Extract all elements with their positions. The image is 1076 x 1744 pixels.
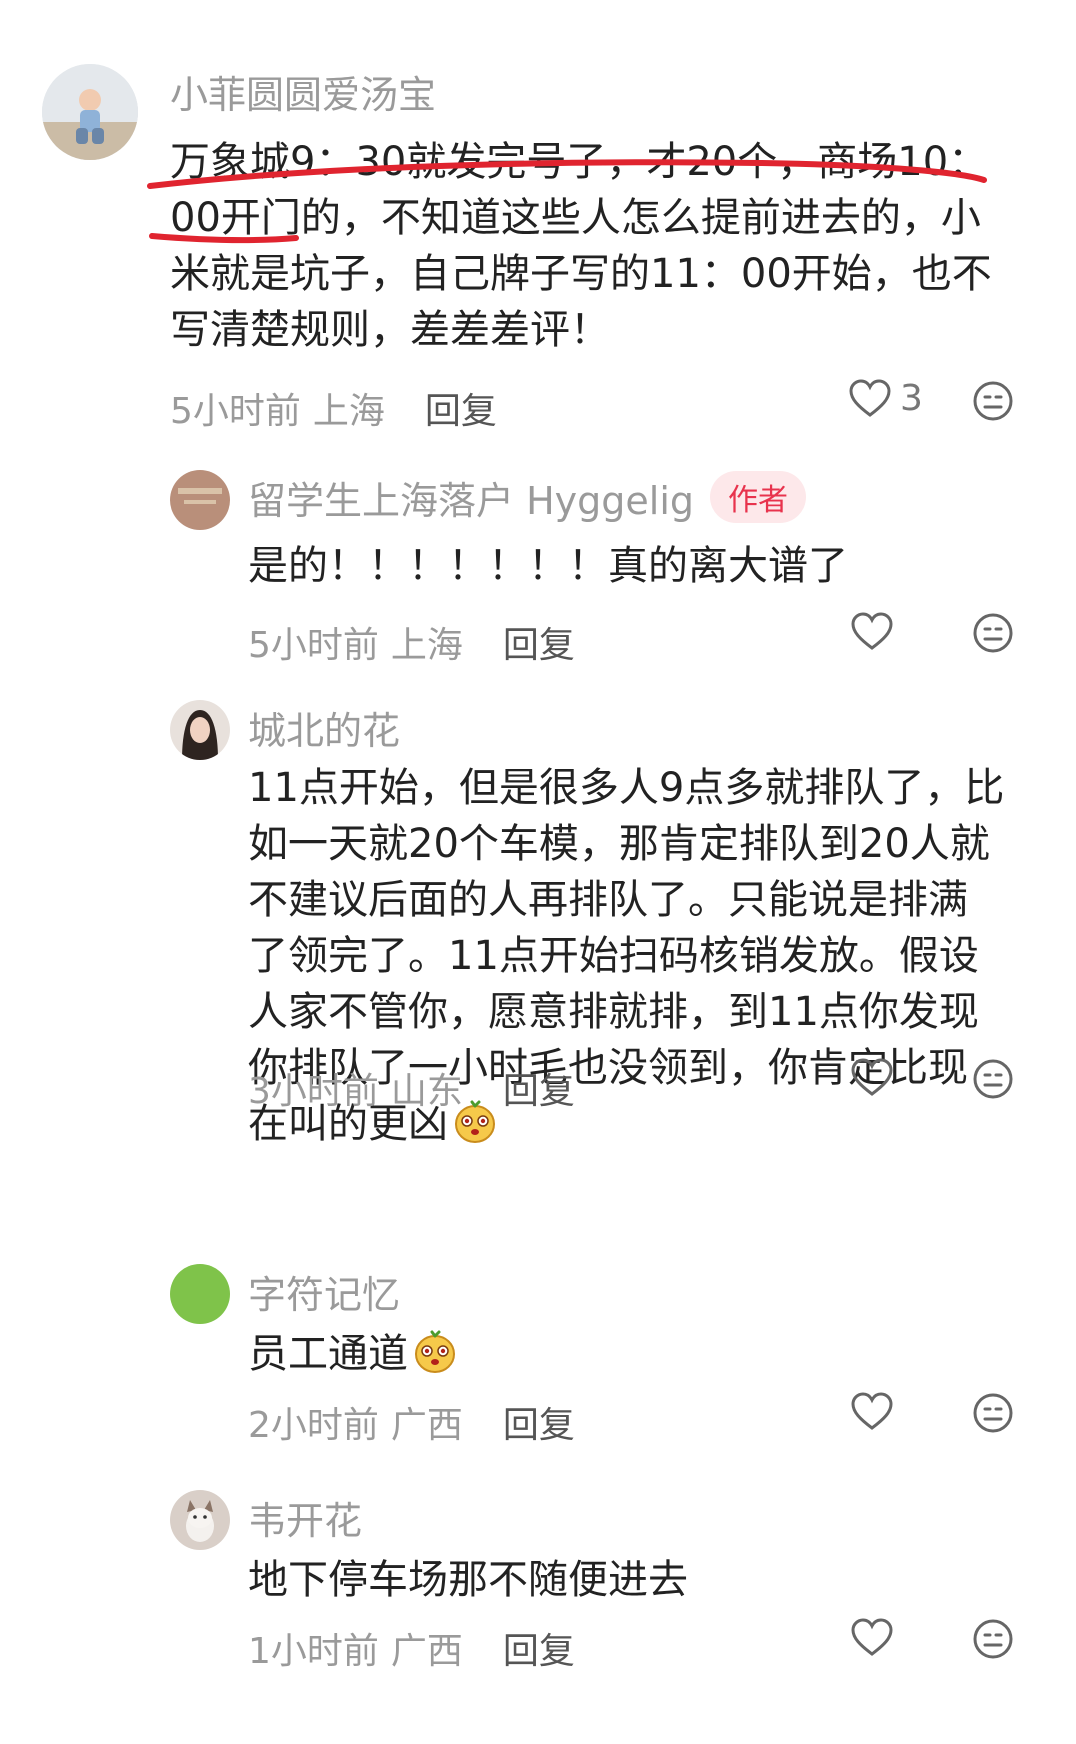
dislike-face-icon[interactable] bbox=[972, 612, 1014, 654]
location: 山东 bbox=[390, 1071, 463, 1112]
avatar[interactable] bbox=[170, 1264, 230, 1324]
reply-text: 地下停车场那不随便进去 bbox=[248, 1552, 688, 1608]
reply-item: 韦开花 地下停车场那不随便进去 1小时前 广西 回复 bbox=[0, 1480, 1076, 1710]
like-button[interactable]: 3 bbox=[848, 378, 923, 419]
reply-text: 员工通道 bbox=[248, 1326, 458, 1382]
like-count: 3 bbox=[900, 378, 923, 419]
avatar[interactable] bbox=[170, 700, 230, 760]
username[interactable]: 留学生上海落户 Hyggelig 作者 bbox=[248, 470, 806, 525]
reply-item: 城北的花 11点开始，但是很多人9点多就排队了，比 如一天就20个车模，那肯定排… bbox=[0, 690, 1076, 1230]
username[interactable]: 城北的花 bbox=[248, 700, 400, 755]
heart-icon bbox=[849, 378, 891, 417]
username[interactable]: 小菲圆圆爱汤宝 bbox=[170, 64, 436, 119]
location: 广西 bbox=[390, 1405, 463, 1446]
author-badge: 作者 bbox=[710, 471, 806, 523]
comment-meta: 5小时前 上海 回复 bbox=[170, 382, 497, 434]
reply-line: 是的！！！！！！！真的离大谱了 bbox=[248, 543, 848, 589]
reply-button[interactable]: 回复 bbox=[503, 1631, 575, 1672]
timestamp: 5小时前 bbox=[170, 391, 301, 432]
avatar-photo bbox=[42, 64, 138, 160]
comment-line: 米就是坑子，自己牌子写的11：00开始，也不 bbox=[170, 251, 992, 297]
heart-icon[interactable] bbox=[850, 1392, 894, 1432]
timestamp: 3小时前 bbox=[248, 1071, 379, 1112]
reply-button[interactable]: 回复 bbox=[425, 391, 497, 432]
location: 上海 bbox=[312, 391, 385, 432]
comment-line: 万象城9：30就发完号了，才20个，商场10： bbox=[170, 139, 989, 185]
dislike-face-icon[interactable] bbox=[972, 1618, 1014, 1660]
reply-meta: 5小时前 上海 回复 bbox=[248, 616, 575, 668]
timestamp: 5小时前 bbox=[248, 625, 379, 666]
comment-main: 小菲圆圆爱汤宝 万象城9：30就发完号了，才20个，商场10： 00开门的，不知… bbox=[0, 0, 1076, 432]
reply-line: 地下停车场那不随便进去 bbox=[248, 1557, 688, 1603]
comment-line: 写清楚规则，差差差评！ bbox=[170, 307, 610, 353]
reply-meta: 2小时前 广西 回复 bbox=[248, 1396, 575, 1448]
dislike-face-icon[interactable] bbox=[972, 380, 1014, 422]
reply-item: 字符记忆 员工通道 2小时前 广西 回复 bbox=[0, 1254, 1076, 1454]
location: 广西 bbox=[390, 1631, 463, 1672]
dislike-face-icon[interactable] bbox=[972, 1058, 1014, 1100]
reply-meta: 1小时前 广西 回复 bbox=[248, 1622, 575, 1674]
reply-line: 不建议后面的人再排队了。只能说是排满 bbox=[248, 877, 968, 923]
avatar[interactable] bbox=[42, 64, 138, 160]
avatar-photo bbox=[170, 700, 230, 760]
username-text: 留学生上海落户 Hyggelig bbox=[248, 479, 694, 523]
reply-line: 人家不管你，愿意排就排，到11点你发现 bbox=[248, 989, 979, 1035]
username[interactable]: 韦开花 bbox=[248, 1490, 362, 1545]
comment-text: 万象城9：30就发完号了，才20个，商场10： 00开门的，不知道这些人怎么提前… bbox=[170, 134, 992, 358]
reply-line-with-emoji: 员工通道 bbox=[248, 1326, 458, 1382]
comment-line: 00开门的，不知道这些人怎么提前进去的，小 bbox=[170, 195, 981, 241]
dislike-face-icon[interactable] bbox=[972, 1392, 1014, 1434]
heart-icon[interactable] bbox=[850, 1058, 894, 1098]
emoji-face-icon bbox=[415, 1330, 455, 1373]
reply-line: 11点开始，但是很多人9点多就排队了，比 bbox=[248, 765, 1005, 811]
location: 上海 bbox=[390, 625, 463, 666]
heart-icon[interactable] bbox=[850, 1618, 894, 1658]
reply-meta: 3小时前 山东 回复 bbox=[248, 1062, 575, 1114]
avatar[interactable] bbox=[170, 470, 230, 530]
reply-button[interactable]: 回复 bbox=[503, 1071, 575, 1112]
avatar[interactable] bbox=[170, 1490, 230, 1550]
reply-line: 了领完了。11点开始扫码核销发放。假设 bbox=[248, 933, 979, 979]
reply-line: 如一天就20个车模，那肯定排队到20人就 bbox=[248, 821, 990, 867]
username[interactable]: 字符记忆 bbox=[248, 1264, 400, 1319]
reply-line: 员工通道 bbox=[248, 1331, 408, 1377]
timestamp: 1小时前 bbox=[248, 1631, 379, 1672]
reply-button[interactable]: 回复 bbox=[503, 1405, 575, 1446]
heart-icon[interactable] bbox=[850, 612, 894, 652]
reply-text: 是的！！！！！！！真的离大谱了 bbox=[248, 538, 848, 594]
timestamp: 2小时前 bbox=[248, 1405, 379, 1446]
avatar-photo bbox=[170, 470, 230, 530]
reply-button[interactable]: 回复 bbox=[503, 625, 575, 666]
reply-item: 留学生上海落户 Hyggelig 作者 是的！！！！！！！真的离大谱了 5小时前上… bbox=[0, 460, 1076, 680]
avatar-photo bbox=[170, 1490, 230, 1550]
